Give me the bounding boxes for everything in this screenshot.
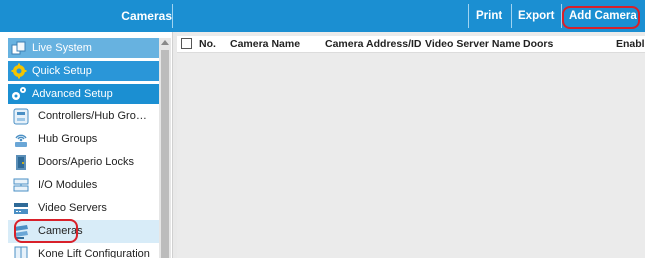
cameras-table-area <box>177 32 645 258</box>
sidebar-item-label: Video Servers <box>38 202 107 214</box>
io-module-icon <box>12 177 30 194</box>
nav-section-label: Quick Setup <box>32 65 92 77</box>
column-header-video-server-name[interactable]: Video Server Name <box>425 36 521 53</box>
controller-icon <box>12 108 30 125</box>
sidebar-item-label: Hub Groups <box>38 133 98 145</box>
lift-icon <box>12 246 30 258</box>
settings-icon <box>11 86 27 102</box>
column-header-camera-address[interactable]: Camera Address/ID <box>325 36 421 53</box>
cameras-highlight <box>14 219 78 243</box>
nav-section-quick-setup[interactable]: Quick Setup <box>8 61 159 81</box>
export-button[interactable]: Export <box>518 0 554 32</box>
nav-section-advanced-setup[interactable]: Advanced Setup <box>8 84 159 104</box>
video-server-icon <box>12 200 30 217</box>
scroll-up-icon[interactable] <box>161 40 169 45</box>
sidebar-item-label: Kone Lift Configuration <box>38 248 150 258</box>
page-title: Cameras <box>121 9 172 23</box>
sidebar-item-doors[interactable]: Doors/Aperio Locks <box>8 151 159 174</box>
print-button[interactable]: Print <box>476 0 502 32</box>
wireless-hub-icon <box>12 131 30 148</box>
door-icon <box>12 154 30 171</box>
live-system-icon <box>11 40 27 56</box>
header-divider <box>511 4 512 28</box>
table-header: No. Camera Name Camera Address/ID Video … <box>177 36 645 53</box>
sidebar-item-io-modules[interactable]: I/O Modules <box>8 174 159 197</box>
nav-section-label: Advanced Setup <box>32 88 113 100</box>
sidebar-item-hub-groups[interactable]: Hub Groups <box>8 128 159 151</box>
sidebar-item-label: Doors/Aperio Locks <box>38 156 134 168</box>
add-camera-highlight <box>562 6 640 29</box>
nav-section-live-system[interactable]: Live System <box>8 38 159 58</box>
column-header-enabled[interactable]: Enabl <box>616 36 645 53</box>
select-all-checkbox[interactable] <box>181 38 192 49</box>
header-divider <box>172 4 173 28</box>
sidebar-item-label: I/O Modules <box>38 179 98 191</box>
gear-icon <box>11 63 27 79</box>
nav-section-label: Live System <box>32 42 92 54</box>
column-header-doors[interactable]: Doors <box>523 36 553 53</box>
column-header-no[interactable]: No. <box>199 36 216 53</box>
sidebar-item-kone-lift[interactable]: Kone Lift Configuration <box>8 243 159 258</box>
sidebar-item-label: Controllers/Hub Gro… <box>38 110 147 122</box>
sidebar-item-controllers[interactable]: Controllers/Hub Gro… <box>8 105 159 128</box>
sidebar-scroll-thumb[interactable] <box>161 50 169 258</box>
header-divider <box>468 4 469 28</box>
sidebar-item-video-servers[interactable]: Video Servers <box>8 197 159 220</box>
column-header-camera-name[interactable]: Camera Name <box>230 36 300 53</box>
